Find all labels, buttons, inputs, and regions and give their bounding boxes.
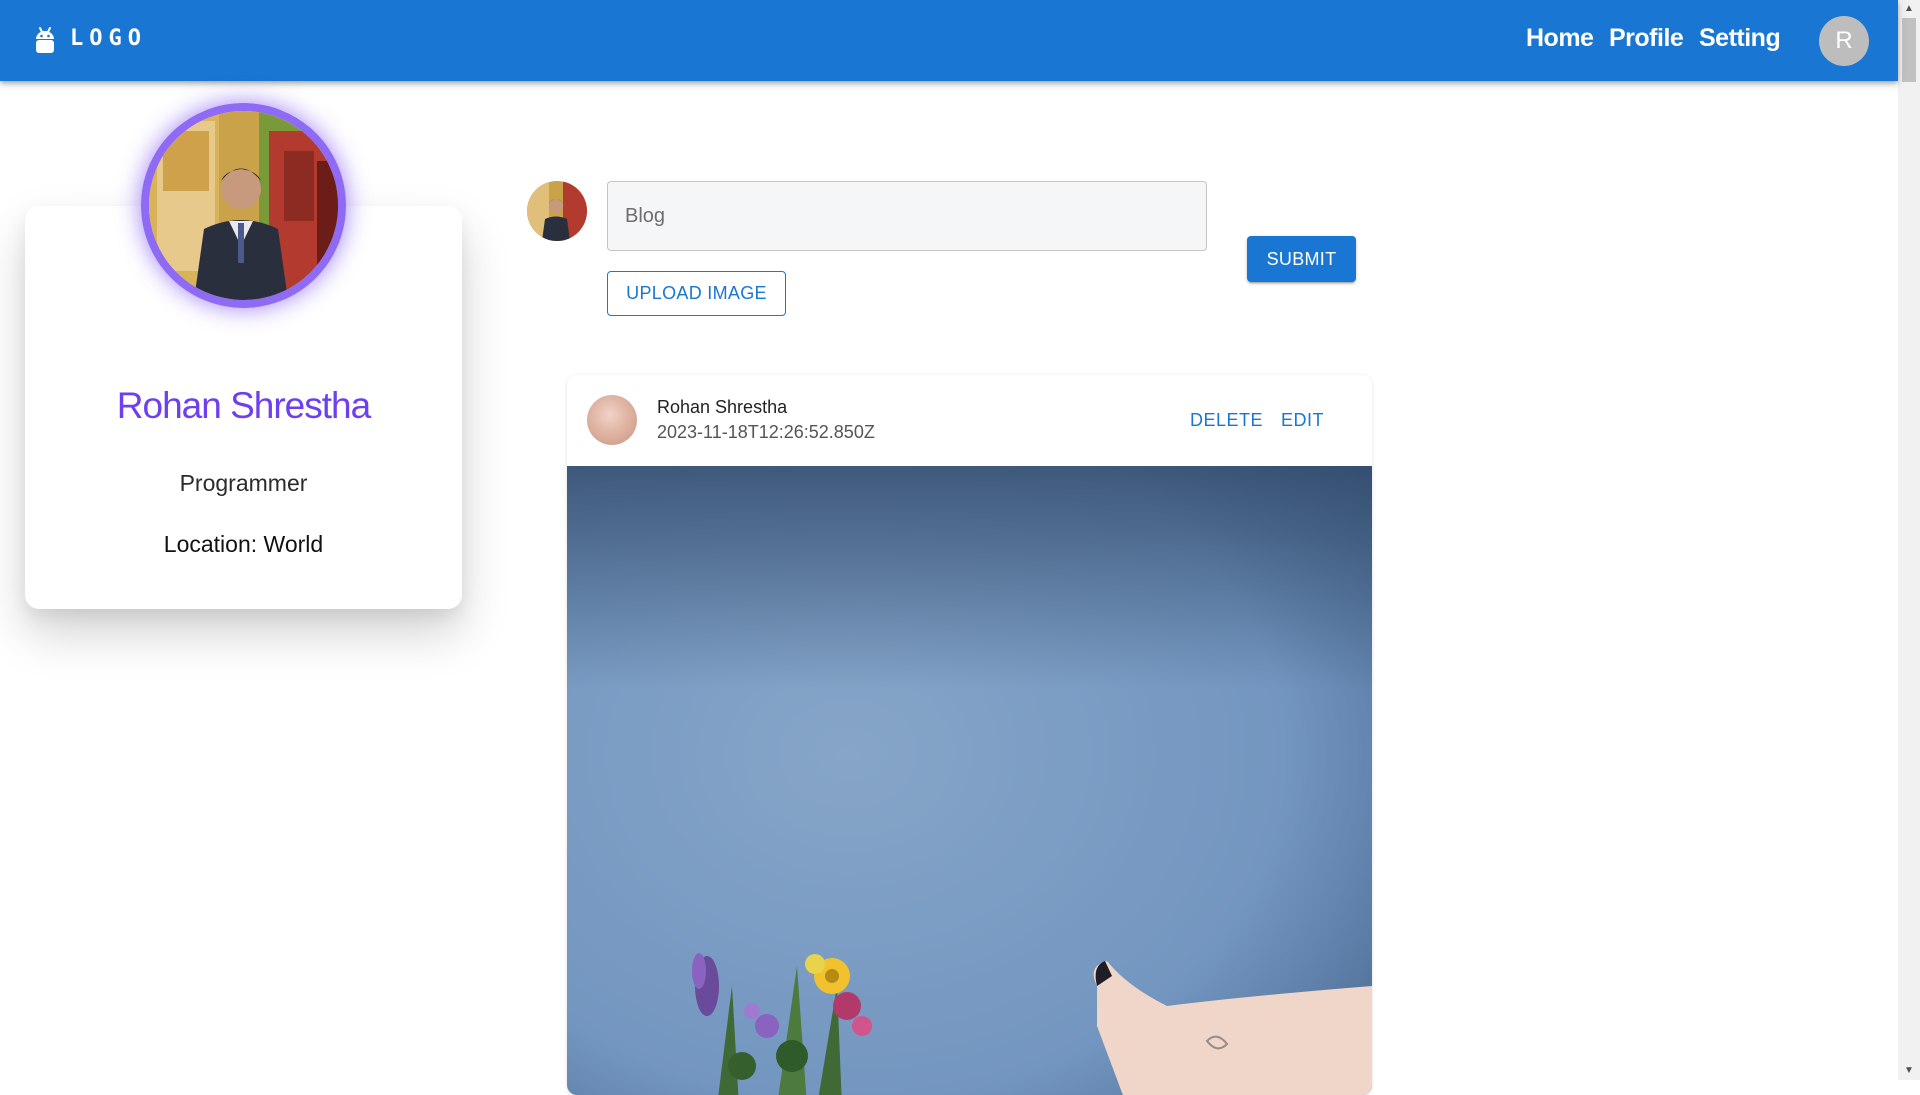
post-timestamp: 2023-11-18T12:26:52.850Z [657,422,875,442]
post-card: Rohan Shrestha 2023-11-18T12:26:52.850Z … [567,375,1372,1095]
blog-input[interactable] [607,181,1207,251]
composer-avatar [527,181,587,241]
logo-text[interactable]: LOGO [70,26,147,51]
nav-home[interactable]: Home [1526,24,1594,53]
nav-setting[interactable]: Setting [1699,24,1781,53]
post-author-avatar [587,395,637,445]
nav-profile[interactable]: Profile [1609,24,1684,53]
post-author: Rohan Shrestha [657,397,788,417]
post-image [567,466,1372,1095]
profile-title: Programmer [179,470,308,496]
android-icon [36,27,54,53]
profile-photo [141,103,346,308]
scroll-thumb[interactable] [1902,18,1916,82]
page-scrollbar[interactable]: ▲ ▼ [1898,0,1920,1080]
submit-button[interactable]: SUBMIT [1247,236,1356,282]
delete-button[interactable]: DELETE [1190,410,1263,431]
app-bar: LOGO Home Profile Setting R [0,0,1898,81]
edit-button[interactable]: EDIT [1281,410,1324,431]
profile-location: Location: World [163,531,324,557]
profile-name: Rohan Shrestha [116,385,371,426]
upload-image-button[interactable]: UPLOAD IMAGE [607,271,786,316]
scroll-down-arrow-icon[interactable]: ▼ [1898,1062,1920,1080]
user-avatar[interactable]: R [1819,16,1869,66]
scroll-up-arrow-icon[interactable]: ▲ [1898,0,1920,18]
